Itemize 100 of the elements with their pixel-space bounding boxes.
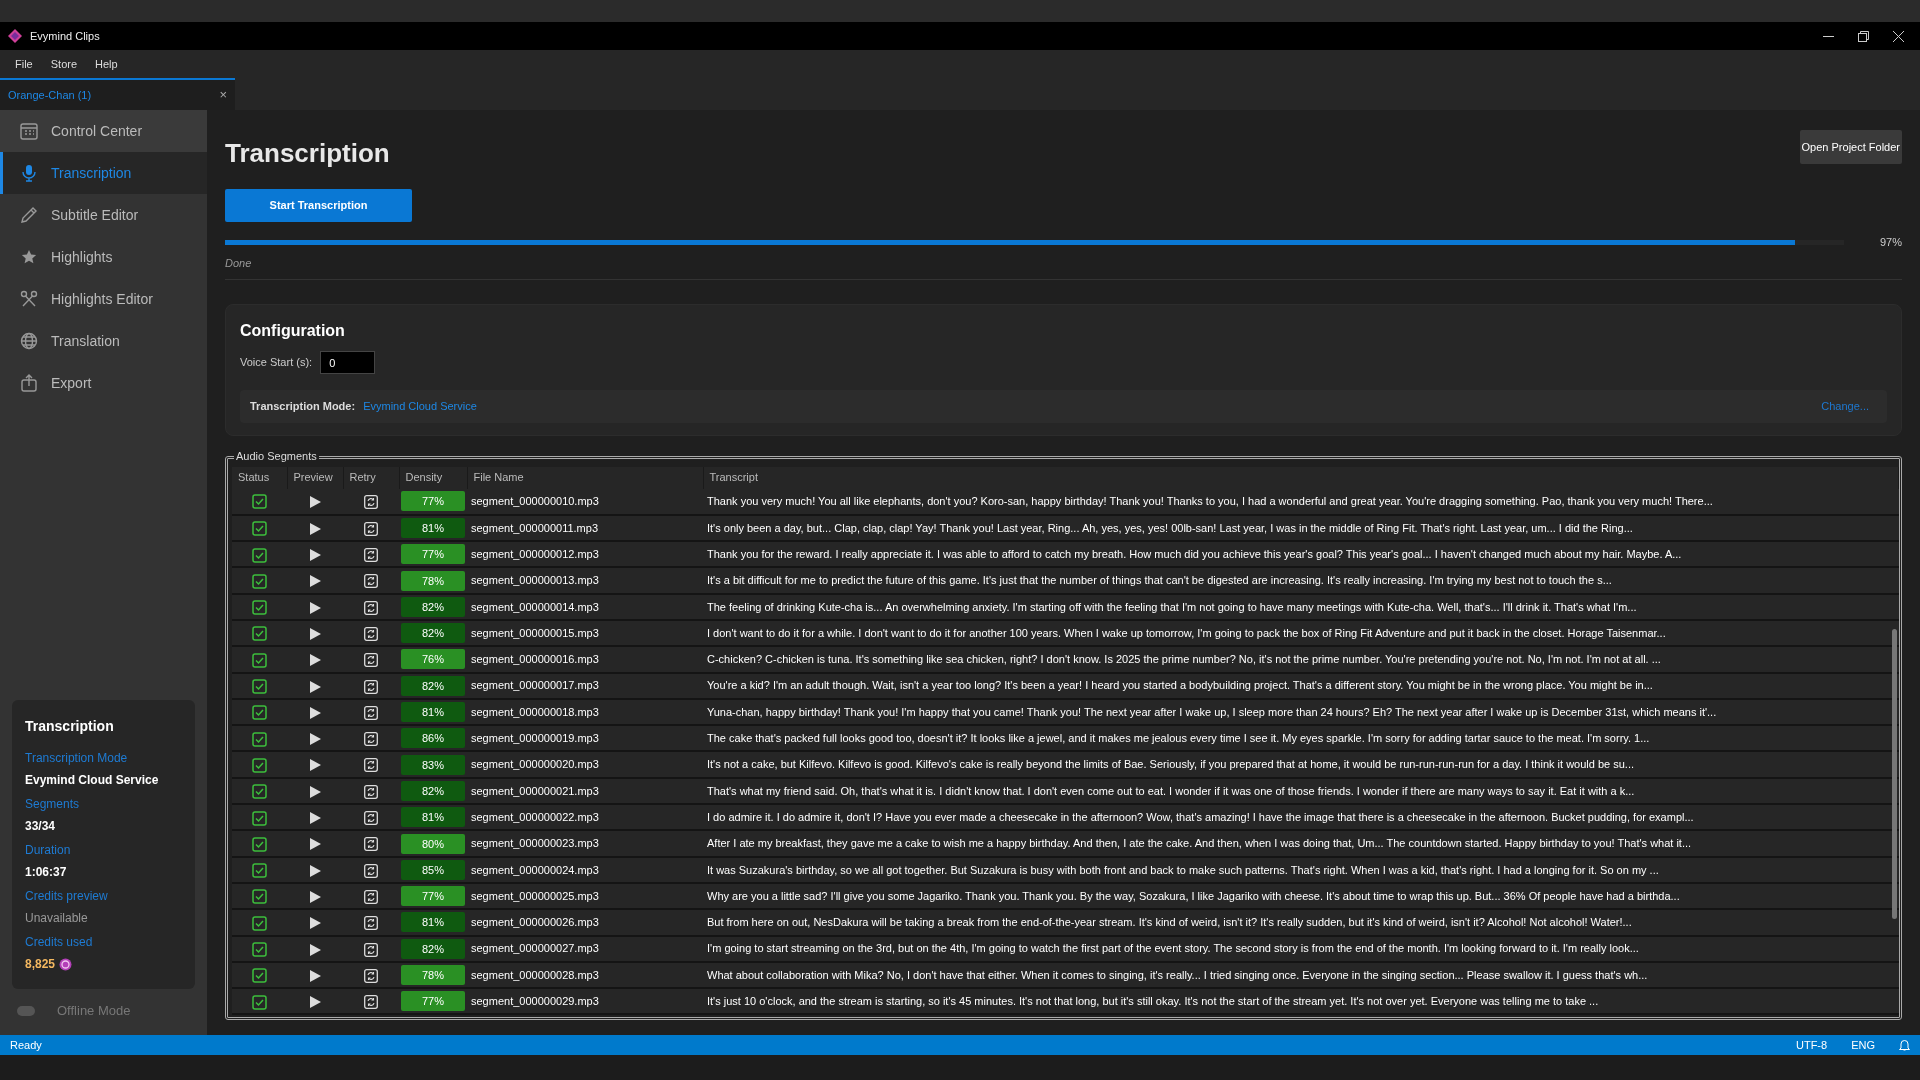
checkbox[interactable] — [252, 968, 267, 984]
play-button[interactable] — [309, 522, 321, 535]
file-name-cell: segment_000000021.mp3 — [467, 777, 703, 805]
file-name-cell: segment_000000011.mp3 — [467, 514, 703, 542]
play-button[interactable] — [309, 864, 321, 877]
retry-button[interactable] — [364, 653, 378, 668]
play-button[interactable] — [309, 890, 321, 903]
toggle-switch[interactable] — [17, 1004, 35, 1017]
offline-mode-label: Offline Mode — [57, 1002, 131, 1020]
status-text: Done — [225, 254, 1902, 280]
scrollbar[interactable] — [1892, 628, 1897, 919]
mode-link[interactable]: Evymind Cloud Service — [363, 398, 477, 415]
retry-button[interactable] — [364, 968, 378, 983]
checkbox[interactable] — [252, 705, 267, 721]
sidebar-item[interactable]: Highlights — [0, 236, 207, 278]
play-button[interactable] — [309, 785, 321, 798]
close-icon[interactable] — [1893, 30, 1904, 42]
retry-button[interactable] — [364, 495, 378, 509]
play-button[interactable] — [309, 706, 321, 719]
open-folder-button[interactable]: Open Project Folder — [1799, 130, 1902, 164]
play-button[interactable] — [309, 654, 321, 667]
column-header[interactable]: Density — [399, 466, 467, 489]
play-button[interactable] — [309, 838, 321, 851]
play-button[interactable] — [309, 627, 321, 640]
retry-button[interactable] — [364, 942, 378, 957]
density-value: 76% — [401, 649, 465, 670]
document-tab[interactable]: Orange-Chan (1) — [8, 86, 92, 104]
menu-item[interactable]: File — [6, 55, 42, 73]
checkbox[interactable] — [252, 757, 267, 773]
bell-icon[interactable] — [1899, 1039, 1910, 1051]
file-name-cell: segment_000000013.mp3 — [467, 567, 703, 594]
checkbox[interactable] — [252, 915, 267, 931]
sidebar-item[interactable]: Translation — [0, 320, 207, 362]
checkbox[interactable] — [252, 994, 267, 1010]
column-header[interactable]: File Name — [467, 466, 703, 489]
checkbox[interactable] — [252, 863, 267, 879]
retry-button[interactable] — [364, 600, 378, 615]
language-label[interactable]: ENG — [1851, 1036, 1875, 1054]
retry-button[interactable] — [364, 705, 378, 720]
retry-button[interactable] — [364, 548, 378, 563]
page-title: Transcription — [225, 137, 391, 170]
column-header[interactable]: Status — [232, 466, 287, 489]
sidebar-item[interactable]: Export — [0, 362, 207, 404]
retry-button[interactable] — [364, 758, 378, 773]
voice-start-field[interactable]: 0 — [320, 351, 376, 374]
column-header[interactable]: Retry — [343, 466, 399, 489]
retry-button[interactable] — [364, 863, 378, 878]
checkbox[interactable] — [252, 889, 267, 905]
checkbox[interactable] — [252, 626, 267, 642]
checkbox[interactable] — [252, 652, 267, 668]
play-button[interactable] — [309, 549, 321, 562]
checkbox[interactable] — [252, 547, 267, 563]
retry-button[interactable] — [364, 784, 378, 799]
app-logo-icon — [8, 29, 22, 43]
menu-item[interactable]: Store — [41, 55, 87, 73]
checkbox[interactable] — [252, 600, 267, 616]
menu-item[interactable]: Help — [86, 55, 127, 73]
sidebar-item[interactable]: Highlights Editor — [0, 278, 207, 320]
checkbox[interactable] — [252, 573, 267, 589]
play-button[interactable] — [309, 733, 321, 746]
retry-button[interactable] — [364, 916, 378, 931]
checkbox[interactable] — [252, 679, 267, 694]
density-value: 86% — [401, 728, 465, 749]
progress-reading: 97% — [1879, 235, 1902, 250]
retry-button[interactable] — [364, 837, 378, 852]
restore-icon[interactable] — [1858, 30, 1869, 42]
checkbox[interactable] — [252, 942, 267, 957]
play-button[interactable] — [309, 601, 321, 614]
play-button[interactable] — [309, 943, 321, 956]
checkbox[interactable] — [252, 494, 267, 510]
sidebar-item[interactable]: Subtitle Editor — [0, 194, 207, 236]
transcript-cell: It's a bit difficult for me to predict the future of this game. It's just that the number of things that can't be digested are increasing. It's really increasing. I'm trying my best not to touch the s... — [703, 567, 1899, 594]
retry-button[interactable] — [364, 626, 378, 641]
sidebar-item[interactable]: Control Center — [0, 110, 207, 152]
checkbox[interactable] — [252, 810, 267, 826]
play-button[interactable] — [309, 812, 321, 825]
retry-button[interactable] — [364, 889, 378, 904]
column-header[interactable]: Transcript — [703, 466, 1899, 489]
play-button[interactable] — [309, 759, 321, 772]
play-button[interactable] — [309, 496, 321, 508]
sidebar-item[interactable]: Transcription — [0, 152, 207, 194]
retry-button[interactable] — [364, 574, 378, 589]
checkbox[interactable] — [252, 836, 267, 852]
play-button[interactable] — [309, 917, 321, 930]
retry-button[interactable] — [364, 732, 378, 747]
encoding-label[interactable]: UTF-8 — [1796, 1036, 1828, 1054]
retry-button[interactable] — [364, 521, 378, 536]
play-button[interactable] — [309, 680, 321, 693]
play-button[interactable] — [309, 969, 321, 982]
column-header[interactable]: Preview — [287, 466, 343, 489]
close-tab-button[interactable]: × — [219, 85, 227, 105]
retry-button[interactable] — [364, 679, 378, 694]
checkbox[interactable] — [252, 731, 267, 747]
checkbox[interactable] — [252, 521, 267, 537]
start-button[interactable]: Start Transcription — [225, 189, 412, 222]
play-button[interactable] — [309, 996, 321, 1009]
checkbox[interactable] — [252, 784, 267, 800]
retry-button[interactable] — [364, 811, 378, 826]
play-button[interactable] — [309, 575, 321, 588]
retry-button[interactable] — [364, 995, 378, 1010]
